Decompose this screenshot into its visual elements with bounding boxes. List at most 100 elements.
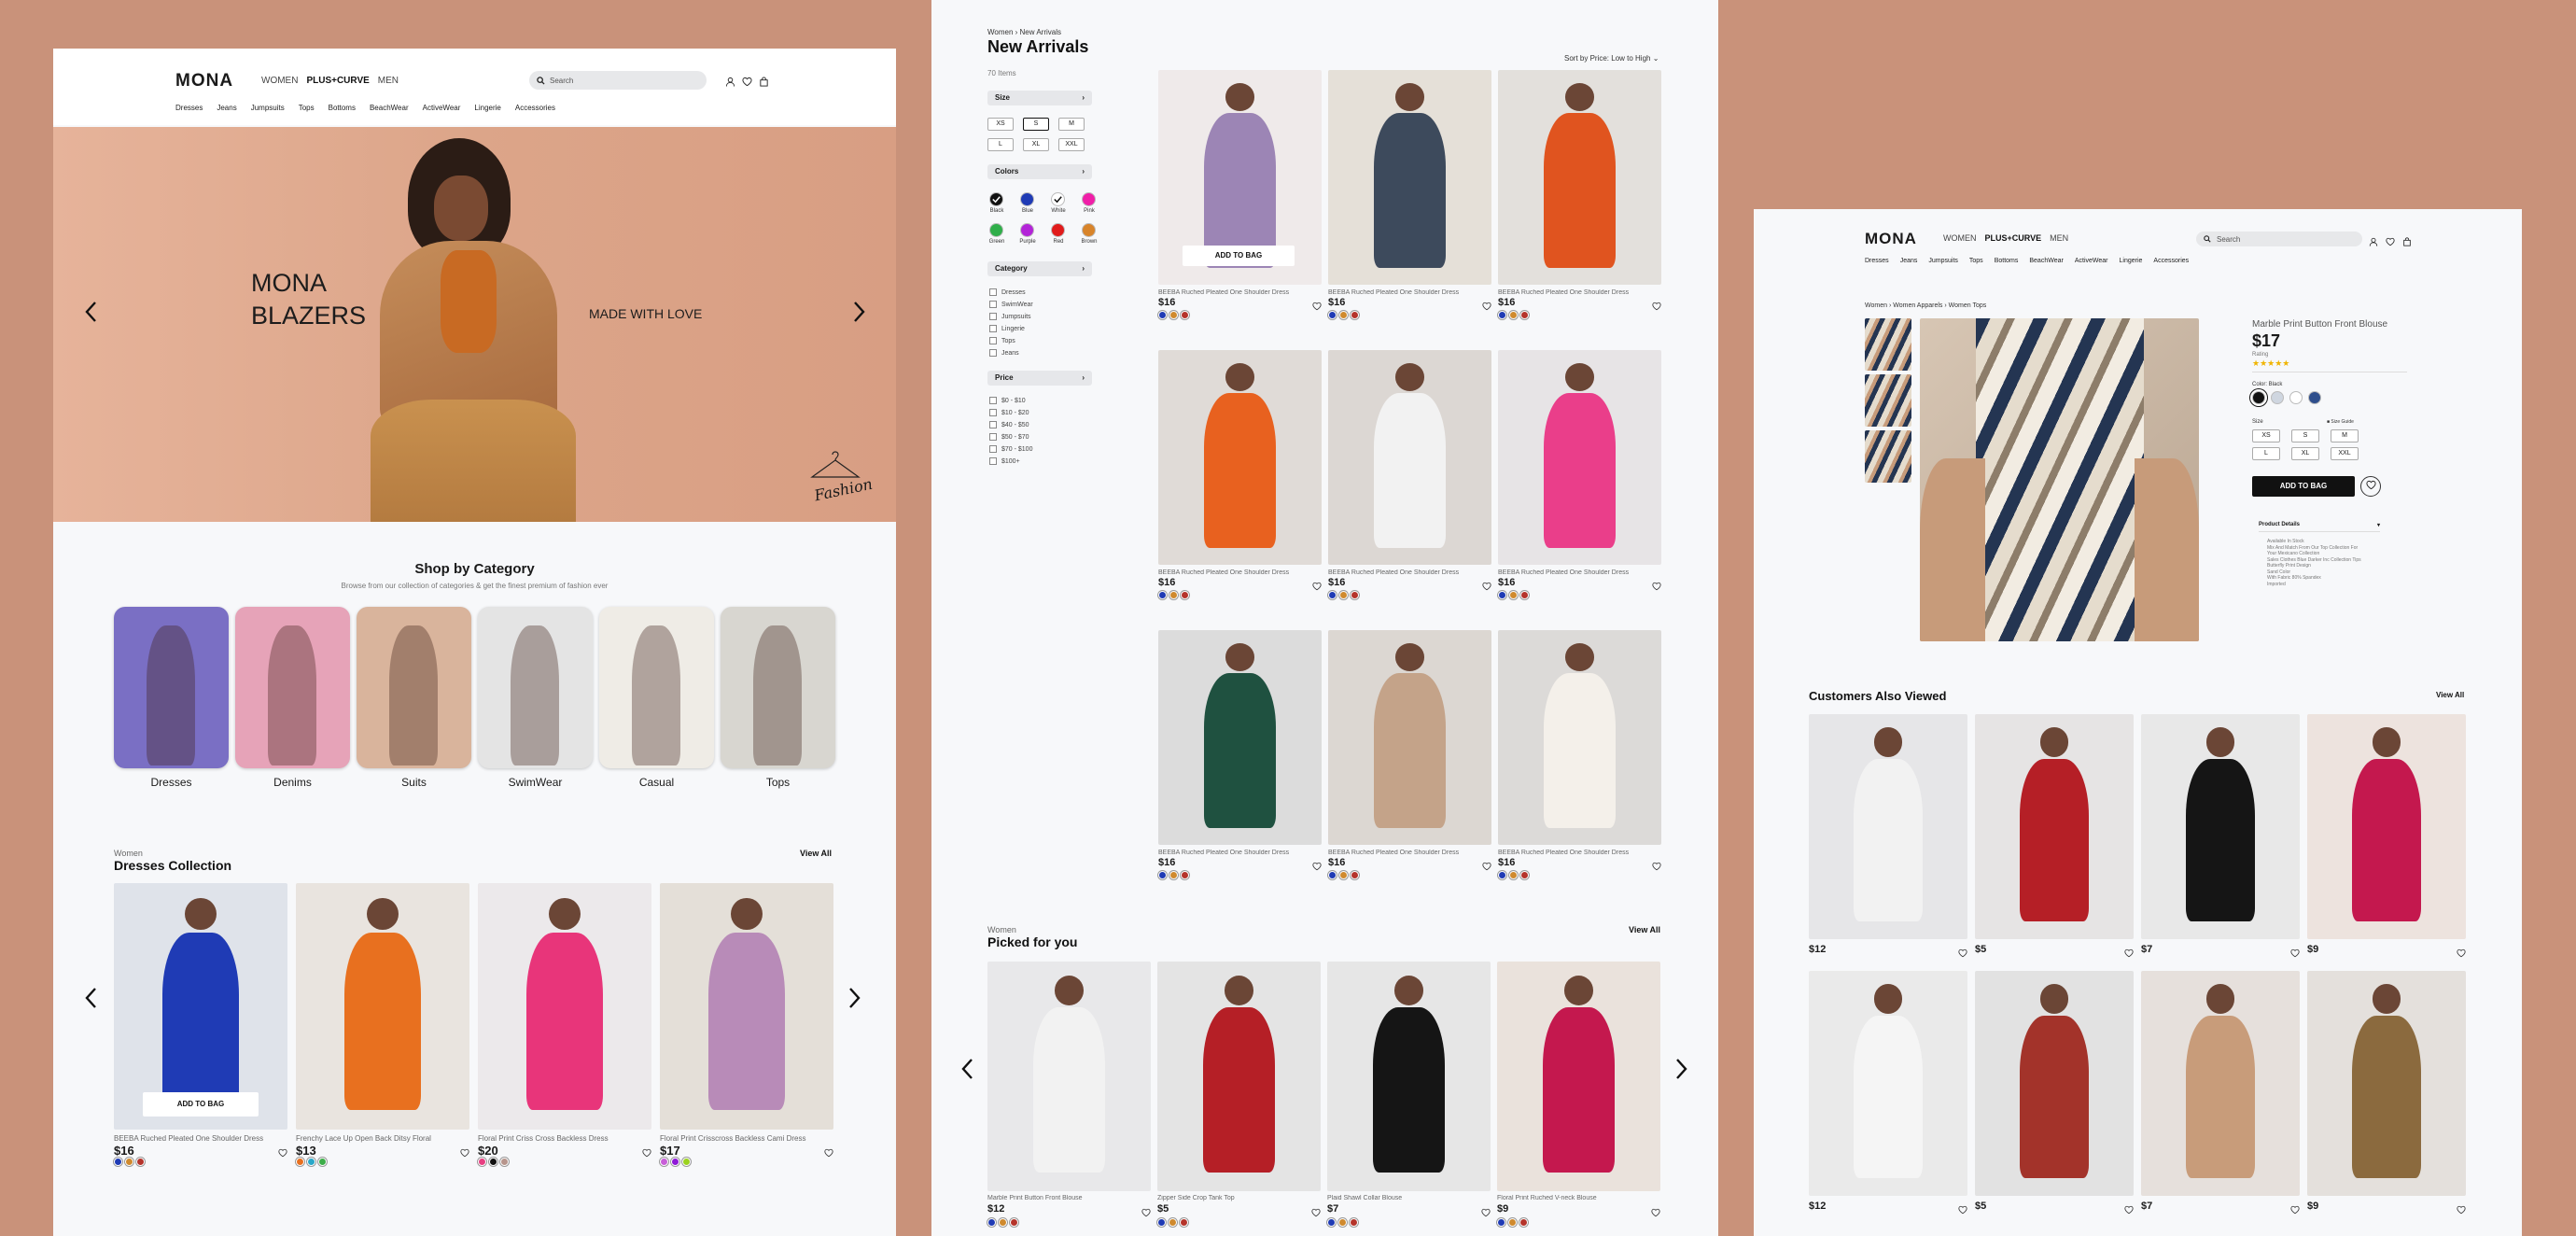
product-image[interactable] <box>2141 971 2300 1196</box>
color-swatch[interactable] <box>1169 871 1178 879</box>
brand-logo[interactable]: MONA <box>175 71 233 91</box>
category-checkbox[interactable]: Tops <box>989 337 1015 344</box>
heart-icon[interactable] <box>2290 946 2300 958</box>
product-title[interactable]: BEEBA Ruched Pleated One Shoulder Dress <box>1158 289 1317 296</box>
heart-icon[interactable] <box>1651 1205 1660 1217</box>
product-image[interactable] <box>1158 630 1322 845</box>
product-color-option[interactable] <box>2271 391 2284 404</box>
heart-icon[interactable] <box>1312 299 1322 311</box>
picked-next-arrow[interactable] <box>1672 1055 1690 1083</box>
breadcrumb-new-arrivals[interactable]: New Arrivals <box>1020 28 1061 36</box>
checkbox[interactable] <box>989 433 997 441</box>
heart-icon[interactable] <box>1652 299 1661 311</box>
product-size-option[interactable]: XL <box>2291 447 2319 460</box>
product-image[interactable] <box>1327 962 1491 1191</box>
product-image[interactable] <box>1809 714 1967 939</box>
product-size-option[interactable]: S <box>2291 429 2319 442</box>
color-swatch[interactable] <box>1327 1218 1336 1227</box>
heart-icon[interactable] <box>2124 1202 2134 1215</box>
color-swatch[interactable] <box>1509 591 1518 599</box>
color-option[interactable] <box>1020 192 1034 206</box>
color-swatch[interactable] <box>1181 311 1189 319</box>
color-swatch[interactable] <box>660 1158 668 1166</box>
checkbox[interactable] <box>989 349 997 357</box>
color-swatch[interactable] <box>1498 871 1506 879</box>
category-label[interactable]: Dresses <box>114 776 229 789</box>
color-swatch[interactable] <box>1498 311 1506 319</box>
filter-category-header[interactable]: Category › <box>987 261 1092 276</box>
subnav-lingerie[interactable]: Lingerie <box>2120 258 2143 264</box>
search-input[interactable]: Search <box>529 71 707 90</box>
category-checkbox[interactable]: Jeans <box>989 349 1019 357</box>
subnav-activewear[interactable]: ActiveWear <box>2075 258 2108 264</box>
filter-colors-header[interactable]: Colors › <box>987 164 1092 179</box>
color-swatch[interactable] <box>682 1158 691 1166</box>
category-card[interactable] <box>114 607 229 768</box>
product-image[interactable] <box>2307 714 2466 939</box>
subnav-dresses[interactable]: Dresses <box>1865 258 1889 264</box>
color-swatch[interactable] <box>1181 591 1189 599</box>
category-card[interactable] <box>721 607 835 768</box>
subnav-bottoms[interactable]: Bottoms <box>1995 258 2019 264</box>
size-guide-link[interactable]: ■ Size Guide <box>2327 419 2354 425</box>
product-title[interactable]: BEEBA Ruched Pleated One Shoulder Dress <box>1498 569 1657 576</box>
breadcrumb-women[interactable]: Women <box>987 28 1013 36</box>
product-title[interactable]: BEEBA Ruched Pleated One Shoulder Dress <box>1158 569 1317 576</box>
color-swatch[interactable] <box>1339 311 1348 319</box>
product-title[interactable]: BEEBA Ruched Pleated One Shoulder Dress <box>1328 569 1487 576</box>
picked-prev-arrow[interactable] <box>959 1055 977 1083</box>
category-card[interactable] <box>478 607 593 768</box>
heart-icon[interactable] <box>1482 579 1491 591</box>
color-option[interactable] <box>989 223 1003 237</box>
picked-view-all-link[interactable]: View All <box>1629 925 1660 934</box>
heart-icon[interactable] <box>1958 1202 1967 1215</box>
product-title[interactable]: Zipper Side Crop Tank Top <box>1157 1195 1316 1201</box>
product-size-option[interactable]: XS <box>2252 429 2280 442</box>
product-title[interactable]: BEEBA Ruched Pleated One Shoulder Dress <box>1328 850 1487 856</box>
color-swatch[interactable] <box>1509 871 1518 879</box>
price-checkbox[interactable]: $50 - $70 <box>989 433 1029 441</box>
category-card[interactable] <box>357 607 471 768</box>
filter-size-header[interactable]: Size › <box>987 91 1092 105</box>
size-option[interactable]: S <box>1023 118 1049 131</box>
product-image[interactable] <box>1497 962 1660 1191</box>
size-option[interactable]: XL <box>1023 138 1049 151</box>
category-checkbox[interactable]: Lingerie <box>989 325 1025 332</box>
heart-icon[interactable] <box>1141 1205 1151 1217</box>
color-swatch[interactable] <box>1351 591 1359 599</box>
product-title[interactable]: BEEBA Ruched Pleated One Shoulder Dress <box>114 1134 282 1143</box>
product-title[interactable]: BEEBA Ruched Pleated One Shoulder Dress <box>1498 289 1657 296</box>
category-card[interactable] <box>599 607 714 768</box>
category-label[interactable]: Tops <box>721 776 835 789</box>
nav-plus-curve[interactable]: PLUS+CURVE <box>1985 233 2042 243</box>
wishlist-button[interactable] <box>2360 476 2381 497</box>
product-image[interactable] <box>1328 70 1491 285</box>
category-checkbox[interactable]: Dresses <box>989 288 1026 296</box>
also-viewed-view-all-link[interactable]: View All <box>2436 691 2464 699</box>
checkbox[interactable] <box>989 313 997 320</box>
thumbnail-image[interactable] <box>1865 318 1911 371</box>
breadcrumb-women[interactable]: Women <box>1865 302 1887 309</box>
hero-prev-arrow[interactable] <box>82 298 101 326</box>
heart-icon[interactable] <box>642 1145 651 1158</box>
product-image[interactable] <box>478 883 651 1130</box>
color-swatch[interactable] <box>307 1158 315 1166</box>
color-option[interactable] <box>1082 223 1096 237</box>
heart-icon[interactable] <box>460 1145 469 1158</box>
color-option[interactable] <box>1082 192 1096 206</box>
price-checkbox[interactable]: $10 - $20 <box>989 409 1029 416</box>
category-label[interactable]: Denims <box>235 776 350 789</box>
product-image[interactable] <box>1975 971 2134 1196</box>
product-image[interactable] <box>1975 714 2134 939</box>
thumbnail-image[interactable] <box>1865 374 1911 427</box>
color-swatch[interactable] <box>1180 1218 1188 1227</box>
nav-women[interactable]: WOMEN <box>1943 233 1977 243</box>
color-swatch[interactable] <box>1157 1218 1166 1227</box>
product-image[interactable] <box>2307 971 2466 1196</box>
breadcrumb-women-apparels[interactable]: Women Apparels <box>1893 302 1942 309</box>
product-image[interactable] <box>1809 971 1967 1196</box>
color-swatch[interactable] <box>1350 1218 1358 1227</box>
product-image[interactable] <box>1328 630 1491 845</box>
color-swatch[interactable] <box>1328 871 1337 879</box>
nav-men[interactable]: MEN <box>2050 233 2068 243</box>
